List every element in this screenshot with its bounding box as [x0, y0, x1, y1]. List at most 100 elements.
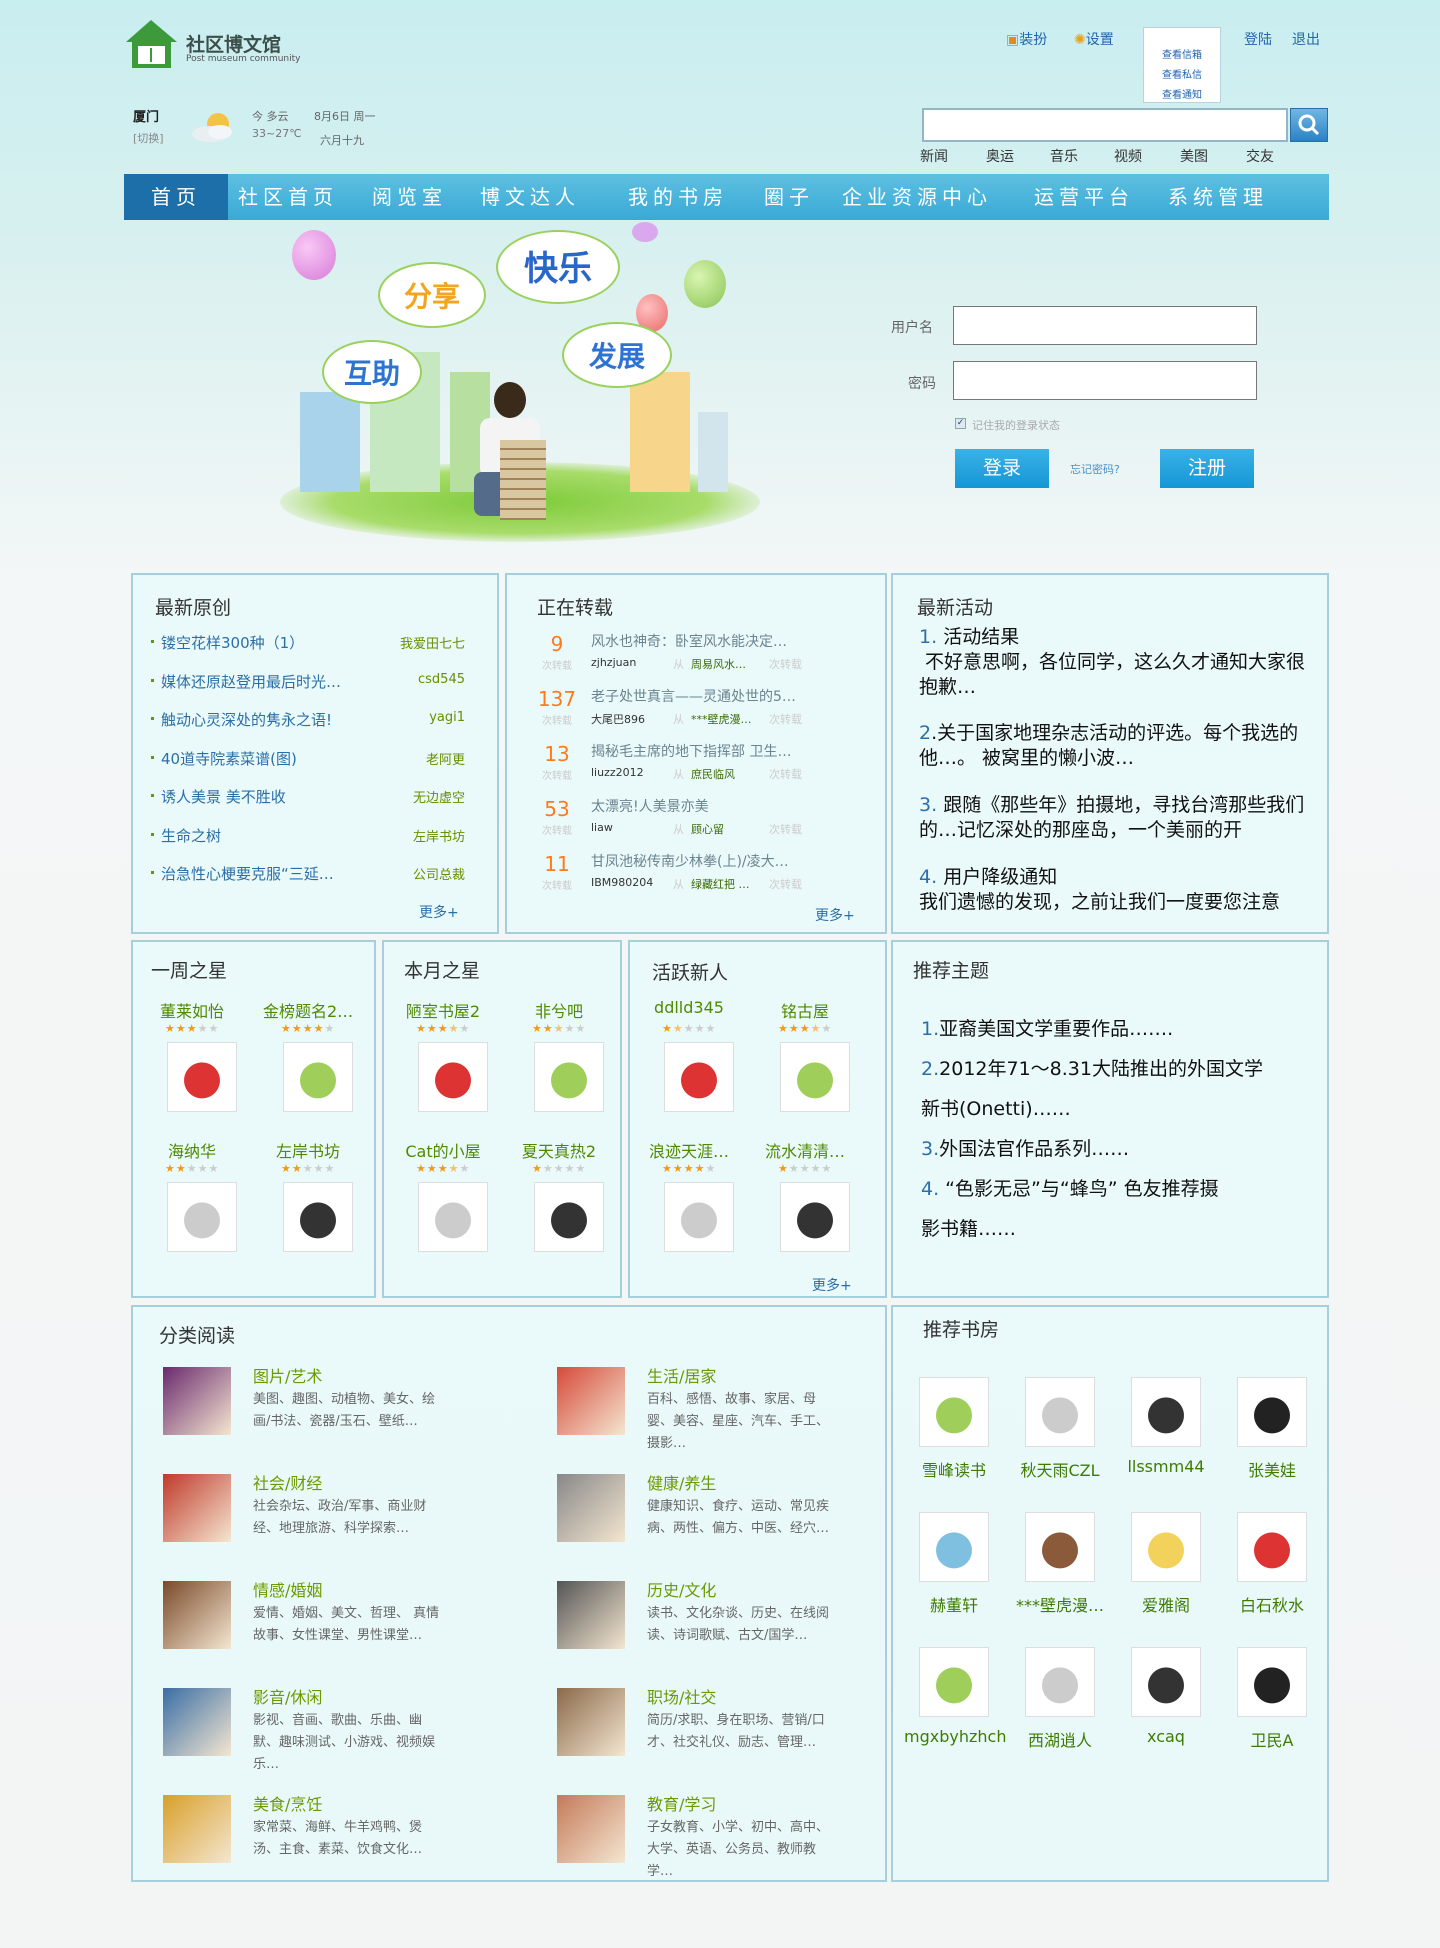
register-button[interactable]: 注册: [1160, 449, 1254, 488]
category-image[interactable]: [557, 1581, 625, 1649]
article-title-link[interactable]: 生命之树: [161, 825, 221, 846]
avatar-image[interactable]: [1131, 1512, 1201, 1582]
repost-user-link[interactable]: liuzz2012: [591, 766, 644, 779]
avatar-image[interactable]: [1237, 1377, 1307, 1447]
avatar-image[interactable]: [664, 1182, 734, 1252]
bookroom-name-link[interactable]: 白石秋水: [1222, 1592, 1322, 1616]
login-link[interactable]: 登陆: [1244, 29, 1272, 49]
avatar-image[interactable]: [919, 1647, 989, 1717]
avatar-image[interactable]: [664, 1042, 734, 1112]
city-switch-link[interactable]: [切换]: [133, 130, 164, 146]
activity-item[interactable]: 3. 跟随《那些年》拍摄地，寻找台湾那些我们的…记忆深处的那座岛，一个美丽的开: [919, 793, 1329, 843]
avatar-image[interactable]: [1025, 1647, 1095, 1717]
article-title-link[interactable]: 40道寺院素菜谱(图): [161, 748, 297, 769]
search-cat-pictures[interactable]: 美图: [1180, 146, 1208, 166]
repost-user-link[interactable]: zjhzjuan: [591, 656, 636, 669]
repost-source-link[interactable]: 庶民临风: [691, 766, 735, 782]
topic-link[interactable]: 新书(Onetti)……: [921, 1089, 1071, 1129]
category-title-link[interactable]: 教育/学习: [647, 1791, 716, 1815]
member-name-link[interactable]: 非兮吧: [514, 998, 604, 1022]
repost-user-link[interactable]: liaw: [591, 821, 613, 834]
member-name-link[interactable]: 海纳华: [147, 1138, 237, 1162]
author-link[interactable]: 老阿更: [426, 749, 465, 768]
author-link[interactable]: 公司总裁: [413, 864, 465, 883]
search-cat-music[interactable]: 音乐: [1050, 146, 1078, 166]
category-title-link[interactable]: 历史/文化: [647, 1577, 716, 1601]
login-button[interactable]: 登录: [955, 449, 1049, 488]
search-cat-olympics[interactable]: 奥运: [986, 146, 1014, 166]
repost-source-link[interactable]: 绿藏红把 …: [691, 876, 750, 892]
username-input[interactable]: [953, 306, 1257, 345]
category-image[interactable]: [557, 1795, 625, 1863]
article-title-link[interactable]: 治急性心梗要克服“三延…: [161, 863, 334, 884]
settings-link[interactable]: ✺设置: [1074, 29, 1114, 49]
avatar-image[interactable]: [1131, 1647, 1201, 1717]
category-title-link[interactable]: 图片/艺术: [253, 1363, 322, 1387]
avatar-image[interactable]: [418, 1042, 488, 1112]
category-title-link[interactable]: 情感/婚姻: [253, 1577, 322, 1601]
forgot-password-link[interactable]: 忘记密码?: [1070, 461, 1120, 477]
bookroom-name-link[interactable]: 张美娃: [1222, 1457, 1322, 1481]
site-logo[interactable]: 社区博文馆 Post museum community: [124, 18, 314, 73]
nav-home[interactable]: 首页: [124, 174, 228, 220]
topic-link[interactable]: 1.亚裔美国文学重要作品…….: [921, 1009, 1173, 1049]
bookroom-name-link[interactable]: 爱雅阁: [1116, 1592, 1216, 1616]
avatar-image[interactable]: [418, 1182, 488, 1252]
member-name-link[interactable]: 流水清清…: [760, 1138, 850, 1162]
bookroom-name-link[interactable]: llssmm44: [1116, 1457, 1216, 1476]
category-title-link[interactable]: 职场/社交: [647, 1684, 716, 1708]
category-image[interactable]: [163, 1688, 231, 1756]
member-name-link[interactable]: 夏天真热2: [514, 1138, 604, 1162]
category-image[interactable]: [163, 1474, 231, 1542]
more-link[interactable]: 更多+: [419, 902, 459, 922]
repost-title-link[interactable]: 太漂亮!人美景亦美: [591, 796, 709, 816]
nav-my-study[interactable]: 我的书房: [628, 174, 728, 220]
nav-experts[interactable]: 博文达人: [480, 174, 580, 220]
avatar-image[interactable]: [534, 1182, 604, 1252]
category-image[interactable]: [557, 1474, 625, 1542]
repost-source-link[interactable]: ***壁虎漫…: [691, 711, 752, 727]
author-link[interactable]: yagi1: [429, 710, 465, 725]
repost-title-link[interactable]: 揭秘毛主席的地下指挥部 卫生…: [591, 741, 791, 761]
repost-user-link[interactable]: IBM980204: [591, 876, 653, 889]
author-link[interactable]: csd545: [418, 672, 465, 687]
member-name-link[interactable]: Cat的小屋: [398, 1138, 488, 1162]
repost-user-link[interactable]: 大尾巴896: [591, 711, 645, 727]
article-title-link[interactable]: 触动心灵深处的隽永之语!: [161, 709, 332, 730]
nav-reading-room[interactable]: 阅览室: [372, 174, 447, 220]
avatar-image[interactable]: [167, 1042, 237, 1112]
bookroom-name-link[interactable]: 雪峰读书: [904, 1457, 1004, 1481]
avatar-image[interactable]: [919, 1512, 989, 1582]
more-link[interactable]: 更多+: [812, 1275, 852, 1295]
category-title-link[interactable]: 美食/烹饪: [253, 1791, 322, 1815]
author-link[interactable]: 左岸书坊: [413, 826, 465, 845]
search-input[interactable]: [922, 108, 1288, 142]
avatar-image[interactable]: [1131, 1377, 1201, 1447]
member-name-link[interactable]: 陋室书屋2: [398, 998, 488, 1022]
bookroom-name-link[interactable]: 卫民A: [1222, 1727, 1322, 1751]
article-title-link[interactable]: 诱人美景 美不胜收: [161, 786, 286, 807]
dress-link[interactable]: ▣装扮: [1006, 29, 1047, 49]
category-image[interactable]: [163, 1581, 231, 1649]
repost-title-link[interactable]: 风水也神奇：卧室风水能决定…: [591, 631, 787, 651]
category-title-link[interactable]: 健康/养生: [647, 1470, 716, 1494]
bookroom-name-link[interactable]: xcaq: [1116, 1727, 1216, 1746]
avatar-image[interactable]: [1025, 1512, 1095, 1582]
author-link[interactable]: 无边虚空: [413, 787, 465, 806]
bookroom-name-link[interactable]: 赫董轩: [904, 1592, 1004, 1616]
repost-title-link[interactable]: 甘凤池秘传南少林拳(上)/凌大…: [591, 851, 789, 871]
activity-item[interactable]: 4. 用户降级通知 我们遗憾的发现，之前让我们一度要您注意: [919, 865, 1329, 915]
avatar-image[interactable]: [534, 1042, 604, 1112]
avatar-image[interactable]: [919, 1377, 989, 1447]
msg-notice-link[interactable]: 查看通知: [1144, 86, 1220, 101]
member-name-link[interactable]: 铭古屋: [760, 998, 850, 1022]
category-title-link[interactable]: 社会/财经: [253, 1470, 322, 1494]
bookroom-name-link[interactable]: 西湖逍人: [1010, 1727, 1110, 1751]
avatar-image[interactable]: [1025, 1377, 1095, 1447]
remember-checkbox[interactable]: ✓: [955, 418, 966, 429]
bookroom-name-link[interactable]: mgxbyhzhch: [904, 1727, 1006, 1746]
search-cat-video[interactable]: 视频: [1114, 146, 1142, 166]
msg-private-link[interactable]: 查看私信: [1144, 66, 1220, 81]
category-image[interactable]: [163, 1795, 231, 1863]
topic-link[interactable]: 2.2012年71～8.31大陆推出的外国文学: [921, 1049, 1263, 1089]
